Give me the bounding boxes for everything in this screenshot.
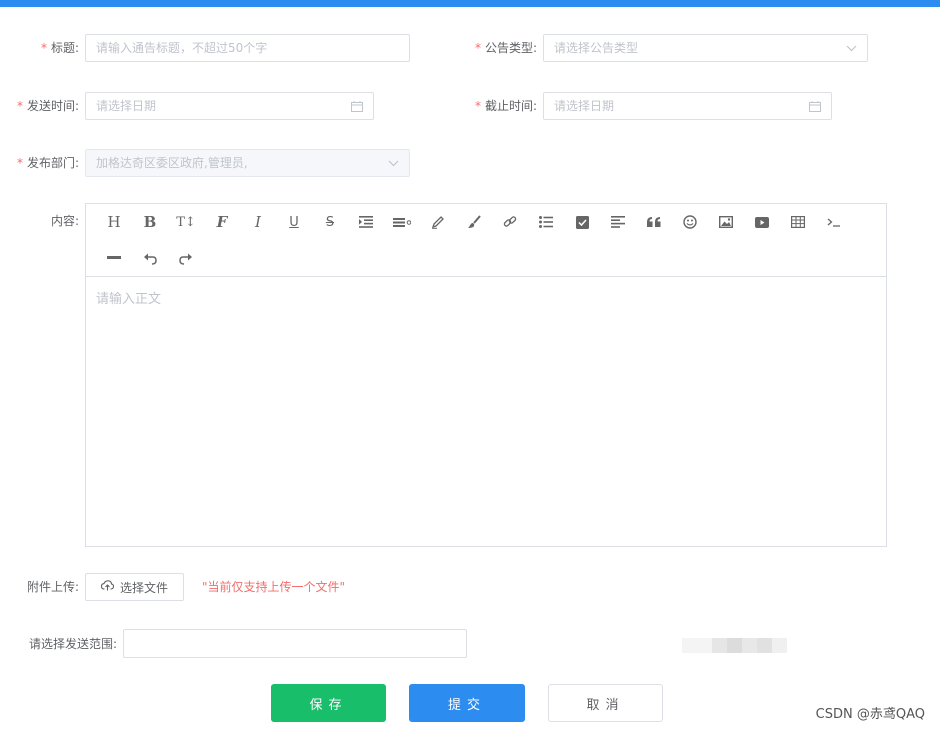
calendar-icon: [809, 93, 821, 119]
font-family-icon[interactable]: F: [204, 207, 240, 237]
toolbar-row-1: H B T↕ F I U S: [96, 204, 852, 240]
scope-input[interactable]: [123, 629, 467, 658]
link-icon[interactable]: [492, 207, 528, 237]
attachment-label: 附件上传:: [26, 580, 79, 594]
notice-type-select[interactable]: 请选择公告类型: [543, 34, 868, 62]
deadline-placeholder: 请选择日期: [554, 99, 615, 113]
font-size-icon[interactable]: T↕: [168, 207, 204, 237]
content-label: 内容:: [50, 214, 79, 228]
strikethrough-icon[interactable]: S: [312, 207, 348, 237]
cloud-upload-icon: [100, 580, 115, 594]
calendar-icon: [351, 93, 363, 119]
send-time-picker[interactable]: 请选择日期: [85, 92, 374, 120]
blurred-content: [772, 638, 787, 653]
quote-icon[interactable]: [636, 207, 672, 237]
select-file-button[interactable]: 选择文件: [85, 573, 184, 601]
select-file-label: 选择文件: [119, 580, 168, 595]
upload-hint: "当前仅支持上传一个文件": [202, 580, 346, 594]
blurred-content: [712, 638, 727, 653]
department-label: * 发布部门:: [16, 156, 79, 170]
table-icon[interactable]: [780, 207, 816, 237]
save-button[interactable]: 保存: [271, 684, 386, 722]
editor-placeholder: 请输入正文: [96, 292, 162, 307]
deadline-label: * 截止时间:: [474, 99, 537, 113]
notice-type-label: * 公告类型:: [474, 41, 537, 55]
italic-icon[interactable]: I: [240, 207, 276, 237]
bullet-list-icon[interactable]: [528, 207, 564, 237]
blurred-content: [757, 638, 772, 653]
title-input[interactable]: 请输入通告标题，不超过50个字: [85, 34, 410, 62]
notice-type-placeholder: 请选择公告类型: [554, 41, 639, 55]
title-label: * 标题:: [40, 41, 79, 55]
department-value: 加格达奇区委区政府,管理员,: [96, 156, 248, 170]
video-icon[interactable]: [744, 207, 780, 237]
chevron-down-icon: [846, 35, 857, 61]
rich-text-editor[interactable]: H B T↕ F I U S 请输入正文: [85, 203, 887, 547]
send-time-placeholder: 请选择日期: [96, 99, 157, 113]
todo-icon[interactable]: [564, 207, 600, 237]
justify-icon[interactable]: [600, 207, 636, 237]
blurred-content: [742, 638, 757, 653]
submit-button[interactable]: 提交: [409, 684, 525, 722]
blurred-content: [682, 638, 712, 653]
underline-icon[interactable]: U: [276, 207, 312, 237]
line-height-icon[interactable]: [384, 207, 420, 237]
editor-toolbar: H B T↕ F I U S: [86, 204, 886, 277]
department-select[interactable]: 加格达奇区委区政府,管理员,: [85, 149, 410, 177]
deadline-picker[interactable]: 请选择日期: [543, 92, 832, 120]
divider-icon[interactable]: [96, 243, 132, 273]
bold-icon[interactable]: B: [132, 207, 168, 237]
redo-icon[interactable]: [168, 243, 204, 273]
blurred-content: [727, 638, 742, 653]
watermark: CSDN @赤鸢QAQ: [815, 707, 925, 722]
emoji-icon[interactable]: [672, 207, 708, 237]
code-icon[interactable]: [816, 207, 852, 237]
cancel-button[interactable]: 取消: [548, 684, 663, 722]
send-time-label: * 发送时间:: [16, 99, 79, 113]
indent-icon[interactable]: [348, 207, 384, 237]
heading-icon[interactable]: H: [96, 207, 132, 237]
scope-label: 请选择发送范围:: [28, 637, 117, 651]
background-color-icon[interactable]: [456, 207, 492, 237]
image-icon[interactable]: [708, 207, 744, 237]
undo-icon[interactable]: [132, 243, 168, 273]
chevron-down-icon: [388, 150, 399, 176]
top-accent-bar: [0, 0, 940, 7]
title-placeholder: 请输入通告标题，不超过50个字: [96, 41, 268, 55]
toolbar-row-2: [96, 240, 204, 276]
font-color-icon[interactable]: [420, 207, 456, 237]
